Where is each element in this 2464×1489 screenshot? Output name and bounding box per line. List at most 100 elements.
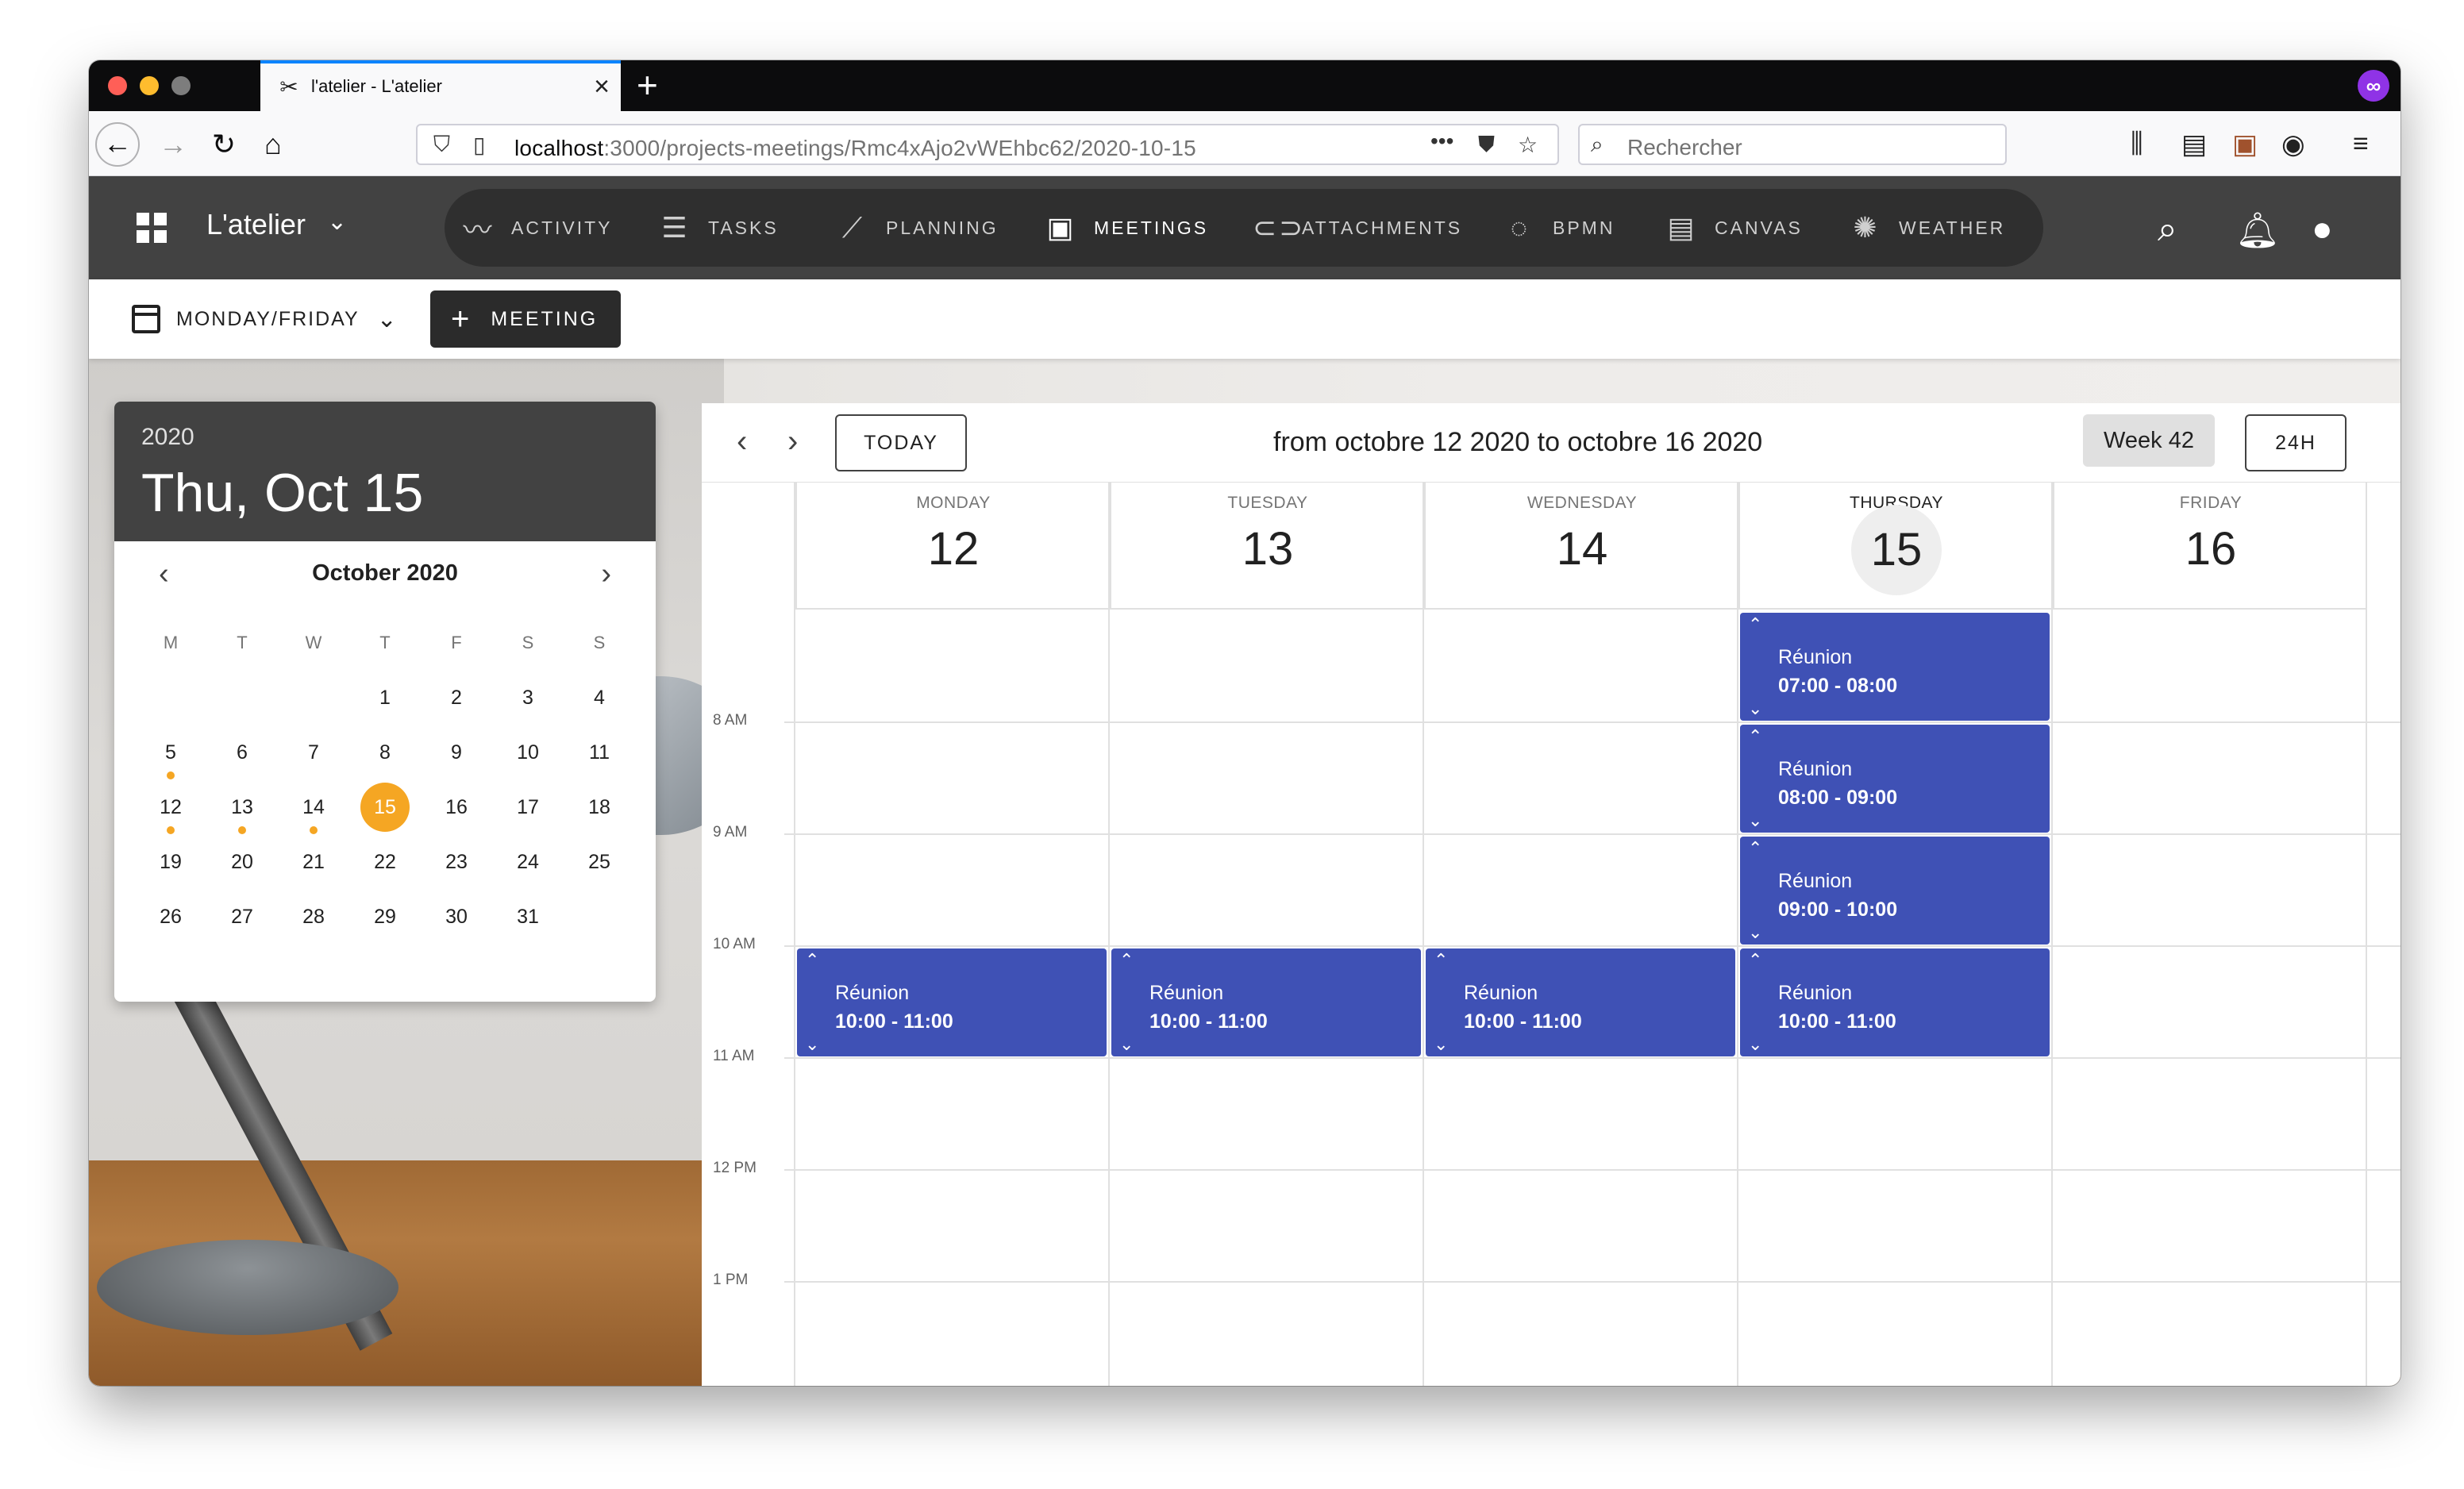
day-cell[interactable]: 31: [492, 898, 564, 952]
day-cell[interactable]: 3: [492, 679, 564, 733]
account-circle-icon[interactable]: ●: [2312, 210, 2333, 249]
meeting-event[interactable]: ⌃ Réunion 10:00 - 11:00 ⌄: [1426, 948, 1735, 1056]
nav-meetings[interactable]: ▣ MEETINGS: [1045, 211, 1208, 244]
nav-canvas[interactable]: ▤ CANVAS: [1665, 211, 1803, 244]
day-cell[interactable]: 28: [278, 898, 349, 952]
chevron-up-icon[interactable]: ⌃: [1748, 614, 1762, 635]
day-cell[interactable]: 8: [349, 733, 421, 788]
forward-button[interactable]: →: [151, 122, 195, 167]
close-tab-icon[interactable]: ×: [594, 71, 610, 102]
day-cell[interactable]: 6: [206, 733, 278, 788]
day-cell[interactable]: 20: [206, 843, 278, 898]
chevron-up-icon[interactable]: ⌃: [1748, 838, 1762, 859]
chevron-down-icon[interactable]: ⌄: [1748, 698, 1762, 719]
day-cell[interactable]: 18: [564, 788, 635, 843]
day-cell[interactable]: 15: [349, 783, 421, 843]
zoom-window-button[interactable]: [171, 76, 191, 95]
day-cell[interactable]: 19: [135, 843, 206, 898]
chevron-down-icon[interactable]: ⌄: [1434, 1034, 1448, 1055]
chevron-down-icon[interactable]: ⌄: [1748, 1034, 1762, 1055]
day-cell[interactable]: 11: [564, 733, 635, 788]
chevron-up-icon[interactable]: ⌃: [1434, 950, 1448, 971]
bell-icon[interactable]: 🔔︎: [2235, 210, 2280, 251]
extension-icon[interactable]: ▣: [2232, 129, 2258, 160]
day-cell[interactable]: 1: [349, 679, 421, 733]
browser-tab[interactable]: ✂ l'atelier - L'atelier ×: [260, 60, 621, 111]
day-cell[interactable]: 12: [135, 788, 206, 843]
day-cell[interactable]: 25: [564, 843, 635, 898]
chevron-down-icon[interactable]: ⌄: [1748, 810, 1762, 831]
private-mask-icon[interactable]: ∞: [2358, 70, 2389, 102]
brand-title[interactable]: L'atelier: [206, 208, 306, 241]
day-cell[interactable]: 27: [206, 898, 278, 952]
nav-bpmn[interactable]: ◌ BPMN: [1503, 211, 1615, 244]
day-cell[interactable]: 9: [421, 733, 492, 788]
day-header-friday[interactable]: FRIDAY 16: [2053, 483, 2367, 610]
chevron-down-icon[interactable]: ⌄: [1748, 922, 1762, 943]
chevron-up-icon[interactable]: ⌃: [1748, 726, 1762, 747]
url-bar[interactable]: ⛉ ▯ localhost:3000/projects-meetings/Rmc…: [416, 124, 1559, 165]
search-icon[interactable]: ⌕: [2158, 210, 2177, 249]
day-cell[interactable]: 21: [278, 843, 349, 898]
menu-icon[interactable]: ≡: [2353, 129, 2369, 160]
close-window-button[interactable]: [108, 76, 127, 95]
nav-activity[interactable]: 〰 ACTIVITY: [462, 211, 613, 246]
day-cell[interactable]: 23: [421, 843, 492, 898]
day-cell[interactable]: 7: [278, 733, 349, 788]
meeting-event[interactable]: ⌃ Réunion 10:00 - 11:00 ⌄: [797, 948, 1107, 1056]
reload-button[interactable]: ↻: [202, 122, 246, 167]
day-cell[interactable]: 24: [492, 843, 564, 898]
today-button[interactable]: TODAY: [835, 414, 967, 471]
meeting-event[interactable]: ⌃ Réunion 07:00 - 08:00 ⌄: [1740, 613, 2050, 721]
day-cell[interactable]: 17: [492, 788, 564, 843]
day-cell[interactable]: 26: [135, 898, 206, 952]
star-icon[interactable]: ☆: [1518, 132, 1538, 158]
new-tab-button[interactable]: +: [637, 63, 658, 106]
chevron-down-icon[interactable]: ⌄: [327, 208, 347, 236]
meeting-event[interactable]: ⌃ Réunion 08:00 - 09:00 ⌄: [1740, 725, 2050, 833]
day-header-monday[interactable]: MONDAY 12: [795, 483, 1110, 610]
day-cell[interactable]: 4: [564, 679, 635, 733]
add-meeting-button[interactable]: + MEETING: [430, 290, 621, 348]
day-header-tuesday[interactable]: TUESDAY 13: [1110, 483, 1424, 610]
more-actions-icon[interactable]: •••: [1430, 129, 1453, 154]
day-cell[interactable]: 30: [421, 898, 492, 952]
search-bar[interactable]: ⌕ Rechercher: [1578, 124, 2007, 165]
shield-icon[interactable]: ⛉: [433, 132, 450, 158]
day-cell[interactable]: 14: [278, 788, 349, 843]
minimize-window-button[interactable]: [140, 76, 159, 95]
library-icon[interactable]: ⫼: [2131, 129, 2143, 160]
meeting-event[interactable]: ⌃ Réunion 09:00 - 10:00 ⌄: [1740, 837, 2050, 945]
view-select[interactable]: MONDAY/FRIDAY ⌄: [132, 297, 398, 341]
chevron-up-icon[interactable]: ⌃: [1748, 950, 1762, 971]
meeting-event[interactable]: ⌃ Réunion 10:00 - 11:00 ⌄: [1740, 948, 2050, 1056]
day-cell[interactable]: 2: [421, 679, 492, 733]
pocket-icon[interactable]: ⛊: [1478, 132, 1495, 158]
chevron-down-icon[interactable]: ⌄: [805, 1034, 819, 1055]
url-text[interactable]: localhost:3000/projects-meetings/Rmc4xAj…: [514, 136, 1196, 161]
previous-week-button[interactable]: ‹: [737, 424, 747, 460]
meeting-event[interactable]: ⌃ Réunion 10:00 - 11:00 ⌄: [1111, 948, 1421, 1056]
nav-planning[interactable]: ⟋ PLANNING: [837, 211, 999, 244]
home-button[interactable]: ⌂: [251, 122, 295, 167]
next-week-button[interactable]: ›: [787, 424, 798, 460]
range-24h-button[interactable]: 24H: [2245, 414, 2347, 471]
picker-selected-date[interactable]: Thu, Oct 15: [141, 462, 629, 524]
day-cell[interactable]: 29: [349, 898, 421, 952]
day-cell[interactable]: 22: [349, 843, 421, 898]
apps-grid-icon[interactable]: [137, 213, 167, 243]
day-cell[interactable]: 16: [421, 788, 492, 843]
next-month-button[interactable]: ›: [601, 557, 611, 591]
chevron-up-icon[interactable]: ⌃: [1119, 950, 1134, 971]
day-header-thursday[interactable]: THURSDAY 15: [1738, 483, 2053, 610]
back-button[interactable]: ←: [95, 122, 140, 167]
nav-weather[interactable]: ✺ WEATHER: [1850, 211, 2005, 244]
page-icon[interactable]: ▯: [473, 132, 485, 158]
day-cell[interactable]: 10: [492, 733, 564, 788]
nav-attachments[interactable]: ⊂⊃ ATTACHMENTS: [1253, 211, 1462, 244]
account-icon[interactable]: ◉: [2281, 129, 2305, 160]
day-cell[interactable]: 5: [135, 733, 206, 788]
sidebar-icon[interactable]: ▤: [2181, 129, 2207, 160]
day-cell[interactable]: 13: [206, 788, 278, 843]
chevron-down-icon[interactable]: ⌄: [1119, 1034, 1134, 1055]
